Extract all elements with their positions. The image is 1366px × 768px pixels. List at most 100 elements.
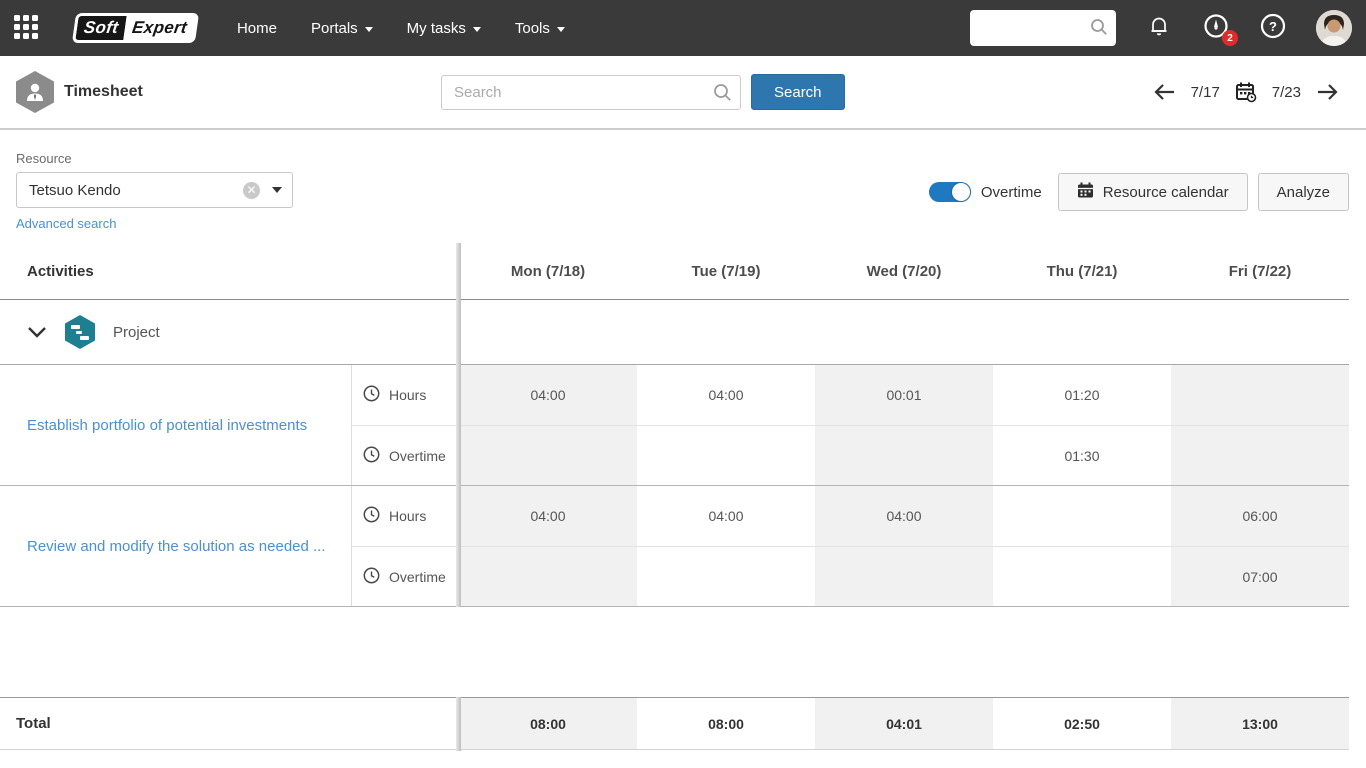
help-button[interactable]: ?	[1259, 14, 1287, 42]
activity-row: Establish portfolio of potential investm…	[0, 365, 1349, 486]
column-splitter[interactable]	[456, 697, 461, 751]
analyze-label: Analyze	[1277, 184, 1330, 201]
top-navbar: SoftExpert Home Portals My tasks Tools	[0, 0, 1366, 56]
search-icon	[713, 83, 732, 107]
nav-tools[interactable]: Tools	[515, 20, 565, 37]
overtime-cell[interactable]	[1171, 426, 1349, 485]
nav-home-label: Home	[237, 20, 277, 37]
hours-cell[interactable]	[1171, 365, 1349, 425]
project-icon	[65, 315, 95, 349]
clock-icon	[363, 446, 380, 466]
resource-calendar-button[interactable]: Resource calendar	[1058, 173, 1248, 211]
table-header-row: Activities Mon (7/18) Tue (7/19) Wed (7/…	[0, 243, 1349, 300]
nav-home[interactable]: Home	[237, 20, 277, 37]
overtime-cell[interactable]	[993, 547, 1171, 606]
overtime-subrow: Overtime 01:30	[351, 425, 1349, 485]
clock-icon	[363, 506, 380, 526]
hours-cell[interactable]: 04:00	[815, 486, 993, 546]
collapse-chevron-icon[interactable]	[27, 326, 47, 338]
calendar-icon	[1077, 182, 1094, 203]
overtime-cell[interactable]	[459, 426, 637, 485]
hours-cell[interactable]: 01:20	[993, 365, 1171, 425]
hours-cell[interactable]	[993, 486, 1171, 546]
overtime-cell[interactable]	[815, 426, 993, 485]
overtime-label: Overtime	[389, 448, 446, 464]
hours-cell[interactable]: 04:00	[637, 486, 815, 546]
overtime-cell[interactable]	[637, 547, 815, 606]
timesheet-search-input[interactable]	[441, 75, 741, 110]
chevron-down-icon	[557, 27, 565, 32]
nav-portals[interactable]: Portals	[311, 20, 373, 37]
column-splitter[interactable]	[456, 243, 461, 607]
total-cell: 08:00	[637, 698, 815, 749]
page-title: Timesheet	[64, 83, 143, 101]
resource-select[interactable]: Tetsuo Kendo ✕	[16, 172, 293, 208]
resource-label: Resource	[16, 151, 293, 166]
week-end-date: 7/23	[1272, 84, 1301, 101]
clear-icon[interactable]: ✕	[243, 182, 260, 199]
advanced-search-link[interactable]: Advanced search	[16, 216, 116, 231]
project-group-row: Project	[0, 300, 1349, 365]
overtime-toggle[interactable]	[929, 182, 971, 202]
total-cell: 04:01	[815, 698, 993, 749]
nav-my-tasks[interactable]: My tasks	[407, 20, 481, 37]
notifications-button[interactable]	[1145, 14, 1173, 42]
activities-header: Activities	[0, 263, 459, 280]
analyze-button[interactable]: Analyze	[1258, 173, 1349, 211]
total-cell: 02:50	[993, 698, 1171, 749]
total-row: Total 08:00 08:00 04:01 02:50 13:00	[0, 697, 1349, 750]
overtime-cell[interactable]	[815, 547, 993, 606]
total-cell: 13:00	[1171, 698, 1349, 749]
overtime-cell[interactable]	[459, 547, 637, 606]
activity-link[interactable]: Review and modify the solution as needed…	[0, 486, 351, 606]
activity-link[interactable]: Establish portfolio of potential investm…	[0, 365, 351, 485]
total-cell: 08:00	[459, 698, 637, 749]
user-avatar[interactable]	[1316, 10, 1352, 46]
hours-cell[interactable]: 06:00	[1171, 486, 1349, 546]
activity-row: Review and modify the solution as needed…	[0, 486, 1349, 607]
overtime-toggle-label: Overtime	[981, 184, 1042, 201]
nav-portals-label: Portals	[311, 20, 358, 37]
logo-soft-text: Soft	[75, 16, 127, 40]
day-header: Thu (7/21)	[993, 263, 1171, 280]
prev-week-arrow-icon[interactable]	[1152, 83, 1176, 101]
svg-text:?: ?	[1269, 19, 1277, 34]
search-icon	[1090, 18, 1108, 41]
softexpert-logo[interactable]: SoftExpert	[72, 13, 199, 43]
next-week-arrow-icon[interactable]	[1316, 83, 1340, 101]
day-header: Tue (7/19)	[637, 263, 815, 280]
help-icon: ?	[1260, 13, 1286, 44]
clock-icon	[363, 567, 380, 587]
overtime-cell[interactable]: 07:00	[1171, 547, 1349, 606]
nav-tools-label: Tools	[515, 20, 550, 37]
hours-label: Hours	[389, 387, 426, 403]
timesheet-icon	[16, 71, 54, 113]
page-toolbar: Timesheet Search 7/17 7/23	[0, 56, 1366, 130]
search-button[interactable]: Search	[751, 74, 845, 110]
overtime-cell[interactable]: 01:30	[993, 426, 1171, 485]
logo-expert-text: Expert	[124, 16, 196, 40]
hours-label: Hours	[389, 508, 426, 524]
resource-calendar-label: Resource calendar	[1103, 184, 1229, 201]
project-group-label: Project	[113, 324, 160, 341]
chevron-down-icon	[365, 27, 373, 32]
apps-grid-icon[interactable]	[14, 15, 40, 41]
nav-my-tasks-label: My tasks	[407, 20, 466, 37]
overtime-cell[interactable]	[637, 426, 815, 485]
hours-cell[interactable]: 04:00	[459, 486, 637, 546]
hours-cell[interactable]: 00:01	[815, 365, 993, 425]
main-menu: Home Portals My tasks Tools	[237, 20, 565, 37]
table-spacer	[0, 607, 1349, 697]
bell-icon	[1147, 14, 1171, 43]
hours-cell[interactable]: 04:00	[637, 365, 815, 425]
overtime-row-label: Overtime	[351, 547, 459, 606]
filters-bar: Resource Tetsuo Kendo ✕ Advanced search …	[0, 130, 1366, 243]
hours-subrow: Hours 04:00 04:00 00:01 01:20	[351, 365, 1349, 425]
hours-cell[interactable]: 04:00	[459, 365, 637, 425]
calendar-clock-icon[interactable]	[1235, 81, 1257, 103]
timesheet-table: Activities Mon (7/18) Tue (7/19) Wed (7/…	[0, 243, 1349, 750]
performance-button[interactable]: 2	[1202, 14, 1230, 42]
day-header: Wed (7/20)	[815, 263, 993, 280]
notification-count-badge: 2	[1222, 30, 1238, 46]
day-header: Fri (7/22)	[1171, 263, 1349, 280]
